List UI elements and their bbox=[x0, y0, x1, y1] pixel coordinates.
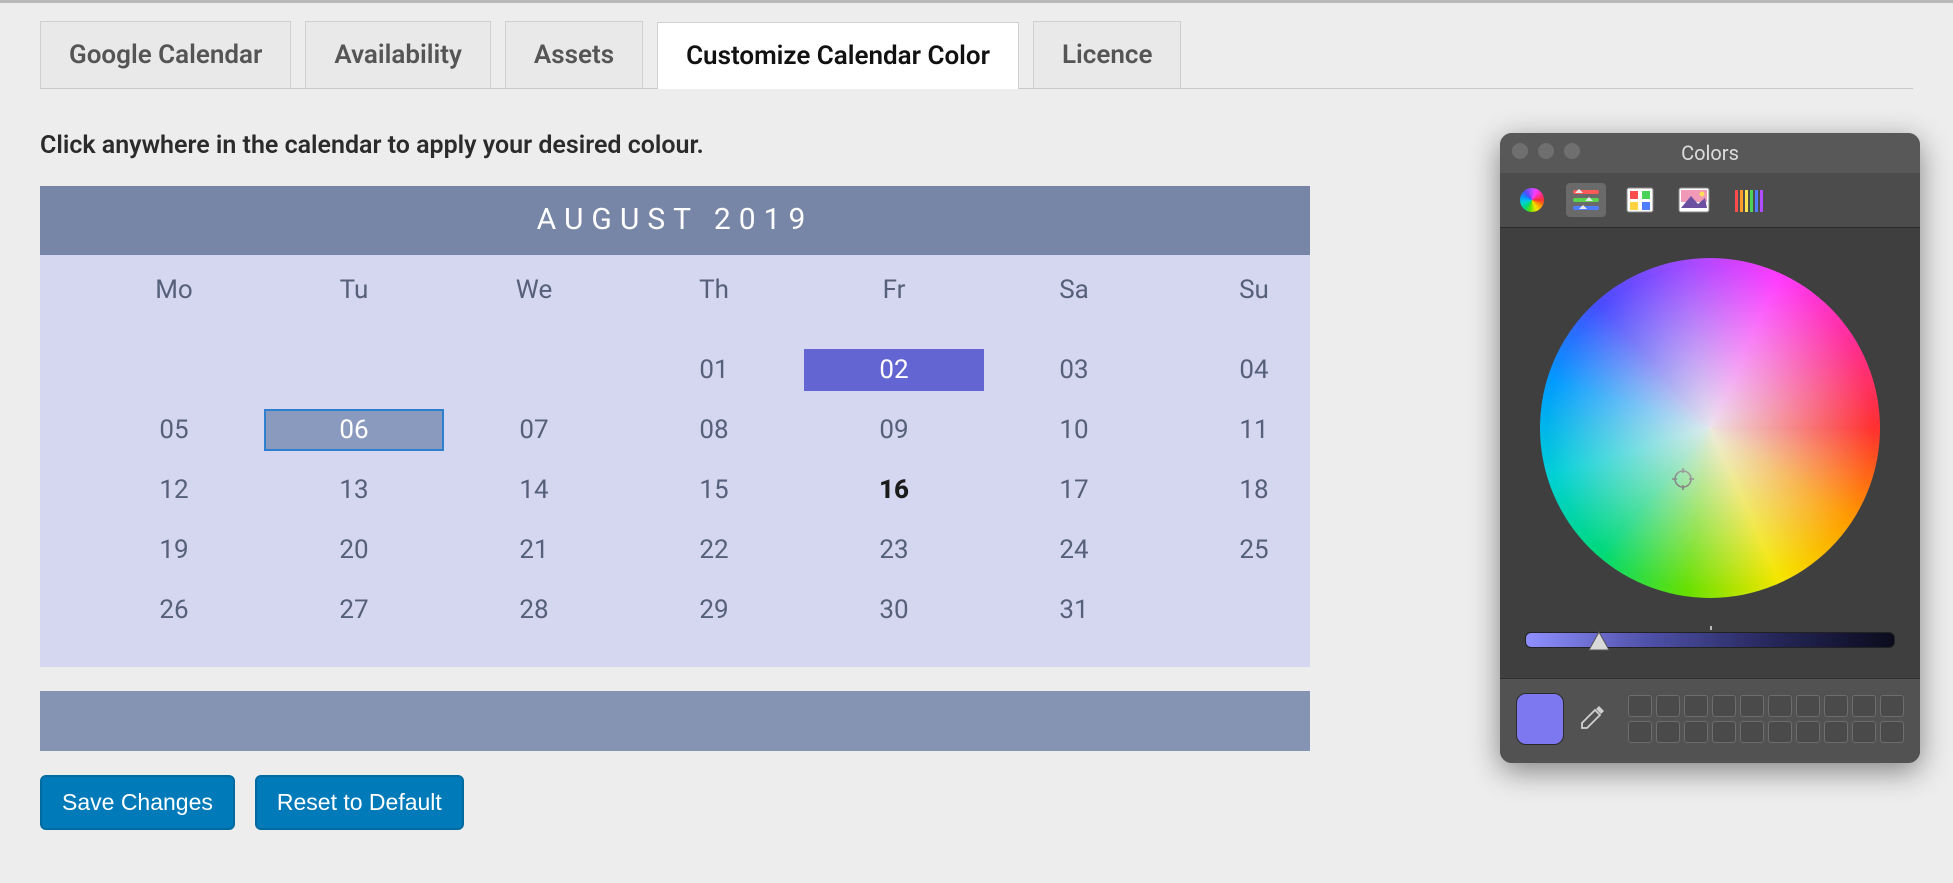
history-swatch-13[interactable] bbox=[1712, 721, 1736, 743]
calendar-day-5[interactable]: 05 bbox=[84, 409, 264, 451]
calendar-day-28[interactable]: 28 bbox=[444, 589, 624, 631]
calendar-empty-cell bbox=[444, 349, 624, 391]
window-zoom-button[interactable] bbox=[1564, 143, 1580, 159]
history-swatch-16[interactable] bbox=[1796, 721, 1820, 743]
calendar-weekday-mo: Mo bbox=[155, 275, 193, 305]
calendar-weekday-th: Th bbox=[699, 275, 729, 305]
brightness-knob-icon[interactable] bbox=[1587, 628, 1611, 652]
history-swatch-18[interactable] bbox=[1852, 721, 1876, 743]
calendar-empty-cell bbox=[264, 349, 444, 391]
color-wheel[interactable] bbox=[1540, 258, 1880, 598]
calendar-weekday-fr: Fr bbox=[883, 275, 906, 305]
calendar-day-15[interactable]: 15 bbox=[624, 469, 804, 511]
calendar-day-9[interactable]: 09 bbox=[804, 409, 984, 451]
calendar-day-2[interactable]: 02 bbox=[804, 349, 984, 391]
calendar-empty-cell bbox=[84, 349, 264, 391]
color-palettes-tab-icon[interactable] bbox=[1620, 183, 1660, 217]
calendar-title: AUGUST 2019 bbox=[40, 186, 1310, 255]
history-swatch-7[interactable] bbox=[1824, 695, 1848, 717]
history-swatch-11[interactable] bbox=[1656, 721, 1680, 743]
tab-customize-calendar-color[interactable]: Customize Calendar Color bbox=[657, 22, 1019, 89]
color-picker-panel: Colors bbox=[1500, 133, 1920, 763]
calendar-day-14[interactable]: 14 bbox=[444, 469, 624, 511]
calendar-day-18[interactable]: 18 bbox=[1164, 469, 1344, 511]
history-swatch-5[interactable] bbox=[1768, 695, 1792, 717]
tab-licence[interactable]: Licence bbox=[1033, 21, 1181, 88]
calendar-day-12[interactable]: 12 bbox=[84, 469, 264, 511]
calendar-day-17[interactable]: 17 bbox=[984, 469, 1164, 511]
brightness-midpoint-tick bbox=[1710, 626, 1712, 630]
history-swatch-15[interactable] bbox=[1768, 721, 1792, 743]
calendar-footer-bar bbox=[40, 691, 1310, 751]
window-minimize-button[interactable] bbox=[1538, 143, 1554, 159]
calendar-day-10[interactable]: 10 bbox=[984, 409, 1164, 451]
calendar-day-30[interactable]: 30 bbox=[804, 589, 984, 631]
brightness-slider[interactable] bbox=[1525, 626, 1895, 654]
calendar-day-7[interactable]: 07 bbox=[444, 409, 624, 451]
calendar-day-1[interactable]: 01 bbox=[624, 349, 804, 391]
calendar-weekday-su: Su bbox=[1239, 275, 1269, 305]
history-swatch-8[interactable] bbox=[1852, 695, 1876, 717]
color-sliders-tab-icon[interactable] bbox=[1566, 183, 1606, 217]
reset-default-button[interactable]: Reset to Default bbox=[255, 775, 464, 830]
eyedropper-icon[interactable] bbox=[1578, 702, 1608, 736]
calendar-weekday-sa: Sa bbox=[1059, 275, 1089, 305]
calendar-day-4[interactable]: 04 bbox=[1164, 349, 1344, 391]
history-swatch-9[interactable] bbox=[1880, 695, 1904, 717]
tab-availability[interactable]: Availability bbox=[305, 21, 491, 88]
calendar-day-29[interactable]: 29 bbox=[624, 589, 804, 631]
color-history-grid[interactable] bbox=[1628, 695, 1904, 743]
calendar-day-11[interactable]: 11 bbox=[1164, 409, 1344, 451]
history-swatch-14[interactable] bbox=[1740, 721, 1764, 743]
calendar-day-22[interactable]: 22 bbox=[624, 529, 804, 571]
calendar-weekday-we: We bbox=[516, 275, 552, 305]
tab-google-calendar[interactable]: Google Calendar bbox=[40, 21, 291, 88]
color-picker-title: Colors bbox=[1681, 141, 1739, 165]
image-palettes-tab-icon[interactable] bbox=[1674, 183, 1714, 217]
history-swatch-10[interactable] bbox=[1628, 721, 1652, 743]
calendar-weekday-tu: Tu bbox=[340, 275, 369, 305]
history-swatch-4[interactable] bbox=[1740, 695, 1764, 717]
history-swatch-0[interactable] bbox=[1628, 695, 1652, 717]
calendar-day-21[interactable]: 21 bbox=[444, 529, 624, 571]
save-changes-button[interactable]: Save Changes bbox=[40, 775, 235, 830]
brightness-track bbox=[1525, 632, 1895, 648]
window-titlebar: Colors bbox=[1500, 133, 1920, 173]
pencils-tab-icon[interactable] bbox=[1728, 183, 1768, 217]
calendar-day-19[interactable]: 19 bbox=[84, 529, 264, 571]
calendar-day-16[interactable]: 16 bbox=[804, 469, 984, 511]
calendar-day-23[interactable]: 23 bbox=[804, 529, 984, 571]
calendar-day-8[interactable]: 08 bbox=[624, 409, 804, 451]
calendar-day-24[interactable]: 24 bbox=[984, 529, 1164, 571]
selected-color-swatch[interactable] bbox=[1516, 693, 1564, 745]
history-swatch-6[interactable] bbox=[1796, 695, 1820, 717]
calendar-day-27[interactable]: 27 bbox=[264, 589, 444, 631]
tab-assets[interactable]: Assets bbox=[505, 21, 643, 88]
history-swatch-3[interactable] bbox=[1712, 695, 1736, 717]
history-swatch-12[interactable] bbox=[1684, 721, 1708, 743]
calendar-day-20[interactable]: 20 bbox=[264, 529, 444, 571]
calendar-day-31[interactable]: 31 bbox=[984, 589, 1164, 631]
color-wheel-tab-icon[interactable] bbox=[1512, 183, 1552, 217]
window-close-button[interactable] bbox=[1512, 143, 1528, 159]
history-swatch-2[interactable] bbox=[1684, 695, 1708, 717]
history-swatch-17[interactable] bbox=[1824, 721, 1848, 743]
calendar-day-13[interactable]: 13 bbox=[264, 469, 444, 511]
calendar-day-3[interactable]: 03 bbox=[984, 349, 1164, 391]
color-wheel-crosshair-icon bbox=[1672, 468, 1694, 490]
calendar-day-25[interactable]: 25 bbox=[1164, 529, 1344, 571]
calendar-day-6[interactable]: 06 bbox=[264, 409, 444, 451]
history-swatch-1[interactable] bbox=[1656, 695, 1680, 717]
history-swatch-19[interactable] bbox=[1880, 721, 1904, 743]
calendar-day-26[interactable]: 26 bbox=[84, 589, 264, 631]
